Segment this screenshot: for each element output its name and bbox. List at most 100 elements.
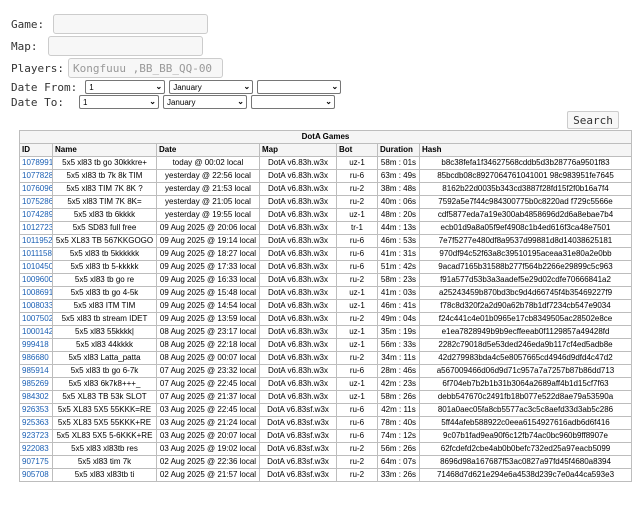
game-hash: 8696d98a167687f53ac0827a97fd45f4680a8394 — [419, 455, 632, 469]
game-id-cell: 985269 — [19, 377, 53, 391]
game-bot: uz-1 — [336, 208, 378, 222]
table-row[interactable]: 923723 5x5 XL83 5X5 5-6KKK+RE 03 Aug 2025 … — [19, 429, 632, 443]
game-id-cell: 986680 — [19, 351, 53, 365]
game-id-link[interactable]: 1074289 — [22, 210, 52, 219]
table-row[interactable]: 925363 5x5 XL83 5X5 55KKK+RE 03 Aug 2025 @… — [19, 416, 632, 430]
game-id-cell: 1076096 — [19, 182, 53, 196]
table-row[interactable]: 999418 5x5 xl83 44kkkk 08 Aug 2025 @ 22:18… — [19, 338, 632, 352]
game-map: DotA v6.83sf.w3x — [259, 442, 337, 456]
date-from-year-select[interactable]: ⌄ — [257, 80, 342, 94]
date-from-day-select[interactable]: 1 ⌄ — [85, 80, 166, 94]
game-id-link[interactable]: 1076096 — [22, 184, 52, 193]
table-row[interactable]: 1074289 5x5 xl83 tb 6kkkk yesterday @ 19:5… — [19, 208, 632, 222]
game-map: DotA v6.83h.w3x — [259, 351, 337, 365]
game-id-link[interactable]: 985269 — [22, 379, 49, 388]
game-id-link[interactable]: 984302 — [22, 392, 49, 401]
game-date: 09 Aug 2025 @ 18:27 local — [156, 247, 260, 261]
game-duration: 63m : 49s — [377, 169, 420, 183]
game-id-link[interactable]: 925363 — [22, 418, 49, 427]
table-row[interactable]: 1075286 5x5 xl83 TIM 7K 8K= yesterday @ 21… — [19, 195, 632, 209]
game-date: 09 Aug 2025 @ 19:14 local — [156, 234, 260, 248]
table-row[interactable]: 984302 5x5 XL83 TB 53k SLOT 07 Aug 2025 @ … — [19, 390, 632, 404]
game-id-link[interactable]: 1009600 — [22, 275, 52, 284]
table-row[interactable]: 926353 5x5 XL83 5X5 55KKK=RE 03 Aug 2025 @… — [19, 403, 632, 417]
game-id-link[interactable]: 922083 — [22, 444, 49, 453]
table-row[interactable]: 1012723 5x5 SD83 full free 09 Aug 2025 @ 2… — [19, 221, 632, 235]
game-date: 07 Aug 2025 @ 21:37 local — [156, 390, 260, 404]
game-bot: ru-6 — [336, 234, 378, 248]
table-row[interactable]: 1077828 5x5 xl83 tb 7k 8k TIM yesterday @ … — [19, 169, 632, 183]
game-id-link[interactable]: 923723 — [22, 431, 49, 440]
game-id-link[interactable]: 1075286 — [22, 197, 52, 206]
game-date: 09 Aug 2025 @ 20:06 local — [156, 221, 260, 235]
table-row[interactable]: 907175 5x5 xl83 tim 7k 02 Aug 2025 @ 22:36… — [19, 455, 632, 469]
game-id-link[interactable]: 1077828 — [22, 171, 52, 180]
game-id-link[interactable]: 999418 — [22, 340, 49, 349]
game-id-link[interactable]: 1011952 — [22, 236, 52, 245]
table-row[interactable]: 1008033 5x5 xl83 ITM TIM 09 Aug 2025 @ 14:… — [19, 299, 632, 313]
game-id-cell: 922083 — [19, 442, 53, 456]
game-date: 08 Aug 2025 @ 23:17 local — [156, 325, 260, 339]
col-header-date: Date — [156, 143, 260, 157]
table-row[interactable]: 1008691 5x5 xl83 tb go 4-5k 09 Aug 2025 @ … — [19, 286, 632, 300]
game-id-cell: 985914 — [19, 364, 53, 378]
game-date: 03 Aug 2025 @ 21:24 local — [156, 416, 260, 430]
game-date: 09 Aug 2025 @ 17:33 local — [156, 260, 260, 274]
table-row[interactable]: 1011952 5x5 XL83 TB 567KKGOGO 09 Aug 2025 … — [19, 234, 632, 248]
game-id-cell: 926353 — [19, 403, 53, 417]
game-id-cell: 1077828 — [19, 169, 53, 183]
game-input[interactable] — [53, 14, 209, 34]
search-button[interactable]: Search — [567, 111, 619, 129]
game-date: 09 Aug 2025 @ 14:54 local — [156, 299, 260, 313]
table-row[interactable]: 1009600 5x5 xl83 tb go re 09 Aug 2025 @ 16… — [19, 273, 632, 287]
date-to-day-select[interactable]: 1 ⌄ — [78, 95, 159, 109]
game-hash: b8c38fefa1f34627568cddb5d3b28776a9501f83 — [419, 156, 632, 170]
date-from-label: Date From: — [11, 80, 78, 94]
game-id-link[interactable]: 1007502 — [22, 314, 52, 323]
date-to-year-select[interactable]: ⌄ — [250, 95, 335, 109]
game-hash: 42d279983bda4c5e8057665cd4946d9dfd4c47d2 — [419, 351, 632, 365]
game-hash: 7e7f5277e480df8a9537d99881d8d14038625181 — [419, 234, 632, 248]
game-map: DotA v6.83sf.w3x — [259, 468, 337, 482]
game-duration: 56m : 26s — [377, 442, 420, 456]
game-id-link[interactable]: 1008033 — [22, 301, 52, 310]
game-id-link[interactable]: 1008691 — [22, 288, 52, 297]
table-row[interactable]: 1000142 5x5 xl83 55kkkk| 08 Aug 2025 @ 23:… — [19, 325, 632, 339]
game-id-link[interactable]: 985914 — [22, 366, 49, 375]
game-id-link[interactable]: 926353 — [22, 405, 49, 414]
game-date: 02 Aug 2025 @ 21:57 local — [156, 468, 260, 482]
game-id-cell: 905708 — [19, 468, 53, 482]
game-id-link[interactable]: 1010450 — [22, 262, 52, 271]
map-input[interactable] — [47, 36, 203, 56]
game-id-link[interactable]: 1078991 — [22, 158, 52, 167]
game-hash: f91a577d53b3a3aadef5e29d02cdfe70666841a2 — [419, 273, 632, 287]
game-id-link[interactable]: 907175 — [22, 457, 49, 466]
table-row[interactable]: 985914 5x5 xl83 tb go 6-7k 07 Aug 2025 @ 2… — [19, 364, 632, 378]
game-id-link[interactable]: 986680 — [22, 353, 49, 362]
table-row[interactable]: 922083 5x5 xl83 xl83tb res 03 Aug 2025 @ 1… — [19, 442, 632, 456]
game-duration: 58m : 01s — [377, 156, 420, 170]
table-row[interactable]: 1078991 5x5 xl83 tb go 30kkkre+ today @ 00… — [19, 156, 632, 170]
game-id-link[interactable]: 1000142 — [22, 327, 52, 336]
table-row[interactable]: 1010450 5x5 xl83 tb 5-kkkkk 09 Aug 2025 @ … — [19, 260, 632, 274]
table-row[interactable]: 985269 5x5 xl83 6k7k8+++_ 07 Aug 2025 @ 22… — [19, 377, 632, 391]
game-duration: 35m : 19s — [377, 325, 420, 339]
table-row[interactable]: 905708 5x5 xl83 xl83tb ti 02 Aug 2025 @ 21… — [19, 468, 632, 482]
game-id-link[interactable]: 1011158 — [22, 249, 52, 258]
table-row[interactable]: 1011158 5x5 xl83 tb 5kkkkkk 09 Aug 2025 @ … — [19, 247, 632, 261]
game-name: 5x5 xl83 xl83tb res — [52, 442, 157, 456]
table-row[interactable]: 986680 5x5 xl83 Latta_patta 08 Aug 2025 @ … — [19, 351, 632, 365]
game-hash: 5ff44afeb588922c0eea6154927616adb6d6f416 — [419, 416, 632, 430]
players-input[interactable]: Kongfuuu ,BB_BB_QQ-00 — [67, 58, 223, 78]
game-hash: a25243459b870bd3bc9d4d66745f4b35469227f9 — [419, 286, 632, 300]
table-row[interactable]: 1076096 5x5 xl83 TIM 7K 8K ? yesterday @ 2… — [19, 182, 632, 196]
game-hash: debb547670c2491fb18b077e522d8ae79a53590a — [419, 390, 632, 404]
date-to-label: Date To: — [11, 95, 64, 109]
date-from-month-select[interactable]: January ⌄ — [169, 80, 254, 94]
game-id-link[interactable]: 1012723 — [22, 223, 52, 232]
game-date: yesterday @ 21:05 local — [156, 195, 260, 209]
table-row[interactable]: 1007502 5x5 xl83 tb stream IDET 09 Aug 202… — [19, 312, 632, 326]
game-name: 5x5 xl83 xl83tb ti — [52, 468, 157, 482]
date-to-month-select[interactable]: January ⌄ — [162, 95, 247, 109]
game-id-link[interactable]: 905708 — [22, 470, 49, 479]
